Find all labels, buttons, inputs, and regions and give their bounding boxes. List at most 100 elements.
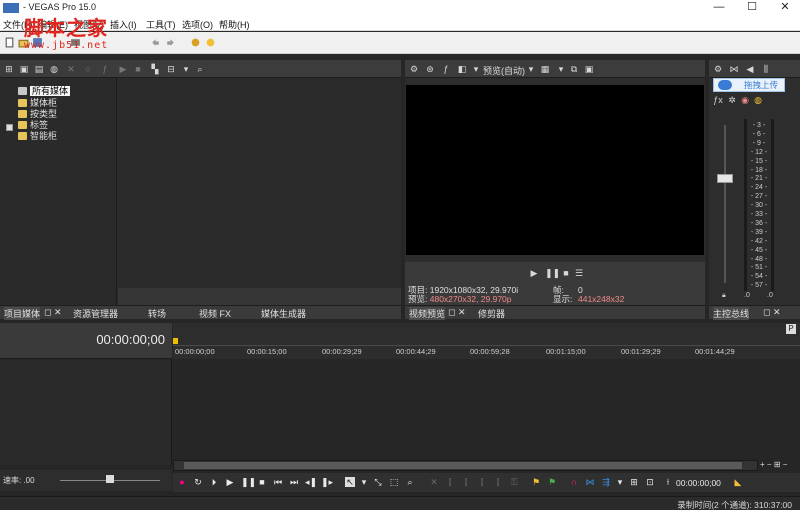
settings-gear-icon[interactable]: ⚙ (713, 64, 723, 74)
menu-list-icon[interactable]: ☰ (574, 268, 584, 278)
get-media-icon[interactable]: ▤ (34, 64, 44, 74)
split-icon[interactable]: ⫿ (493, 477, 503, 487)
region-icon[interactable]: ⚑ (547, 477, 557, 487)
auto-ripple-icon[interactable]: ⇶ (601, 477, 611, 487)
properties-icon[interactable] (190, 37, 201, 48)
split-dropdown-icon[interactable]: ▾ (471, 64, 481, 74)
tab-video-fx[interactable]: 视频 FX (199, 307, 231, 320)
expand-icon[interactable] (6, 124, 13, 131)
ripple-dropdown-icon[interactable]: ▾ (615, 477, 625, 487)
marker-p-icon[interactable]: P (786, 324, 796, 334)
delete-icon[interactable]: ✕ (429, 477, 439, 487)
undo-icon[interactable] (150, 37, 161, 48)
timeline-ruler[interactable]: 00:00:00;00 00:00:15;00 00:00:29;29 00:0… (173, 323, 800, 359)
auto-crossfade-icon[interactable]: ⋈ (585, 477, 595, 487)
import-media-icon[interactable]: ⊞ (4, 64, 14, 74)
effect-icon[interactable]: ◍ (753, 95, 763, 105)
overlays-dropdown-icon[interactable]: ▾ (556, 64, 566, 74)
tree-node-smart-bins[interactable]: 智能柜 (18, 129, 57, 141)
tab-close-pin-icon[interactable]: ◻ ✕ (448, 307, 466, 318)
pause-icon[interactable]: ❚❚ (545, 268, 560, 278)
timeline-tracks[interactable] (173, 360, 800, 460)
auto-preview-icon[interactable]: ▚ (150, 64, 160, 74)
redo-icon[interactable] (165, 37, 176, 48)
snapping-icon[interactable]: ∩ (569, 477, 579, 487)
web-media-icon[interactable]: ◍ (49, 64, 59, 74)
stop-icon[interactable]: ■ (133, 64, 143, 74)
tab-close-pin-icon[interactable]: ◻ ✕ (44, 307, 62, 318)
stop-icon[interactable]: ■ (257, 477, 267, 487)
record-icon[interactable]: ● (177, 477, 187, 487)
downmix-icon[interactable]: ⋈ (729, 64, 739, 74)
tree-node-media-bins[interactable]: 媒体柜 (18, 96, 57, 108)
tab-project-media[interactable]: 项目媒体 (4, 307, 41, 320)
preview-screen[interactable] (406, 85, 704, 255)
media-fx-icon[interactable]: ○ (83, 64, 93, 74)
master-fader-knob[interactable] (717, 174, 733, 183)
menu-help[interactable]: 帮助(H) (219, 18, 250, 31)
zoom-controls-icon[interactable]: + − ⊞ − (760, 460, 787, 469)
menu-options[interactable]: 选项(O) (182, 18, 213, 31)
gear-small-icon[interactable]: ✲ (727, 95, 737, 105)
views-icon[interactable]: ⊟ (166, 64, 176, 74)
maximize-button[interactable]: ☐ (737, 0, 767, 16)
normal-edit-tool-icon[interactable]: ↖ (345, 477, 355, 487)
menu-edit[interactable]: 编辑(E) (38, 18, 68, 31)
menu-insert[interactable]: 插入(I) (110, 18, 137, 31)
tree-node-by-type[interactable]: 按类型 (18, 107, 57, 119)
capture-icon[interactable]: ▣ (19, 64, 29, 74)
fx-icon[interactable]: ƒ (100, 64, 110, 74)
tab-video-preview[interactable]: 视频预览 (409, 307, 446, 320)
next-frame-icon[interactable]: ❚▸ (321, 477, 333, 487)
playhead-marker[interactable] (173, 338, 178, 344)
save-snapshot-icon[interactable]: ▣ (584, 64, 594, 74)
mixer-icon[interactable]: ⫼ (761, 64, 771, 74)
go-end-icon[interactable]: ⏭ (289, 477, 299, 487)
fx-icon[interactable]: ƒx (713, 95, 723, 105)
tree-node-all-media[interactable]: 所有媒体 (18, 84, 71, 96)
lock-icon[interactable]: 🔒︎ (722, 292, 726, 300)
render-icon[interactable] (70, 37, 81, 48)
rate-slider-knob[interactable] (106, 475, 114, 483)
new-file-icon[interactable] (4, 37, 15, 48)
zoom-tool-icon[interactable]: ⌕ (405, 477, 415, 487)
mute-speaker-icon[interactable]: ◀ (745, 64, 755, 74)
record-icon[interactable]: ◉ (740, 95, 750, 105)
split-screen-icon[interactable]: ◧ (457, 64, 467, 74)
overlays-icon[interactable]: ▦ (540, 64, 550, 74)
tab-media-generators[interactable]: 媒体生成器 (261, 307, 306, 320)
selection-tool-icon[interactable]: ⬚ (389, 477, 399, 487)
tab-master-bus[interactable]: 主控总线 (713, 307, 750, 320)
search-icon[interactable]: ⌕ (195, 64, 205, 74)
play-icon[interactable]: ▶ (118, 64, 128, 74)
help-icon[interactable] (205, 37, 216, 48)
master-fader-track[interactable] (724, 125, 726, 283)
loop-icon[interactable]: ↻ (193, 477, 203, 487)
trim-icon[interactable]: ⫿ (445, 477, 455, 487)
tab-transitions[interactable]: 转场 (148, 307, 166, 320)
envelope-tool-icon[interactable]: ⤡ (373, 477, 383, 487)
settings-gear-icon[interactable]: ⚙ (409, 64, 419, 74)
menu-view[interactable]: 视图(V) (74, 18, 104, 31)
device-icon[interactable]: ⊛ (425, 64, 435, 74)
trim-start-icon[interactable]: ⫿ (461, 477, 471, 487)
edit-marker-icon[interactable]: ◣ (733, 477, 743, 487)
fx-icon[interactable]: ƒ (441, 64, 451, 74)
open-folder-icon[interactable] (18, 37, 29, 48)
ignore-grouping-icon[interactable]: ⊡ (645, 477, 655, 487)
views-dropdown-icon[interactable]: ▾ (181, 64, 191, 74)
drag-upload-tooltip[interactable]: 拖拽上传 (713, 78, 785, 92)
lock-envelopes-icon[interactable]: ⊞ (629, 477, 639, 487)
tab-close-pin-icon[interactable]: ◻ ✕ (763, 307, 781, 318)
tool-dropdown-icon[interactable]: ▾ (359, 477, 369, 487)
prev-frame-icon[interactable]: ◂❚ (305, 477, 317, 487)
minimize-button[interactable]: — (704, 0, 734, 16)
trim-end-icon[interactable]: ⫿ (477, 477, 487, 487)
save-icon[interactable] (32, 37, 43, 48)
tab-trimmer[interactable]: 修剪器 (478, 307, 505, 320)
quality-dropdown-icon[interactable]: ▾ (526, 64, 536, 74)
tree-node-tags[interactable]: 标签 (18, 118, 48, 130)
play-icon[interactable]: ▶ (225, 477, 235, 487)
play-icon[interactable]: ▶ (529, 268, 539, 278)
pause-icon[interactable]: ❚❚ (241, 477, 256, 487)
